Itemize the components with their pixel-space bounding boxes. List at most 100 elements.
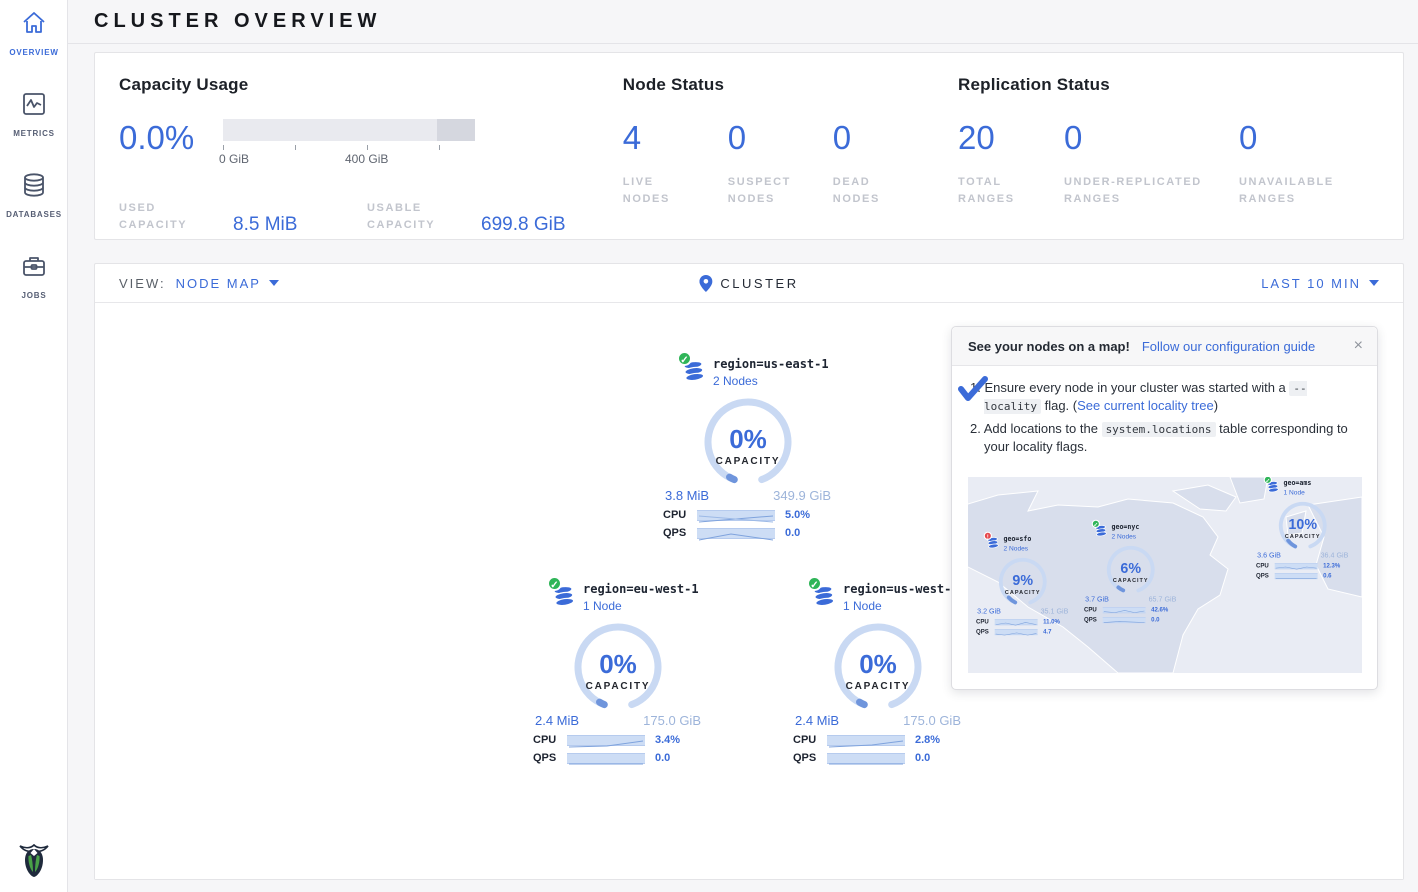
healthy-check-icon: ✓ xyxy=(547,576,562,591)
region-title: region=us-west-1 xyxy=(843,582,959,596)
live-nodes-label: LIVE NODES xyxy=(623,174,693,208)
gauge-percent: 6% xyxy=(1104,560,1157,577)
qps-value: 0.6 xyxy=(1323,572,1331,579)
node-map-card: VIEW: NODE MAP CLUSTER LAST 10 MIN xyxy=(94,263,1404,880)
step-done-check-icon xyxy=(958,376,988,407)
geo-title: geo=sfo xyxy=(1004,535,1032,543)
cpu-sparkline xyxy=(1275,563,1318,569)
top-header: CLUSTER OVERVIEW xyxy=(68,0,1418,44)
capacity-gauge: 0% CAPACITY xyxy=(830,623,926,709)
total-value: 349.9 GiB xyxy=(773,488,831,503)
qps-label: QPS xyxy=(793,752,827,764)
sidebar-item-databases[interactable]: DATABASES xyxy=(0,162,68,219)
gauge-percent: 0% xyxy=(830,649,926,680)
used-capacity-label: USED CAPACITY xyxy=(119,200,203,234)
cpu-value: 2.8% xyxy=(915,734,940,746)
qps-sparkline xyxy=(1103,617,1146,623)
sidebar-item-overview[interactable]: OVERVIEW xyxy=(0,0,68,57)
usable-capacity-value: 699.8 GiB xyxy=(481,214,566,236)
qps-value: 0.0 xyxy=(915,752,930,764)
time-range-value: LAST 10 MIN xyxy=(1261,276,1361,291)
sidebar-item-metrics[interactable]: METRICS xyxy=(0,81,68,138)
error-badge-icon: ! xyxy=(984,532,992,540)
dead-nodes-value: 0 xyxy=(833,121,940,154)
sidebar-item-label: JOBS xyxy=(22,291,47,300)
region-nodes-link[interactable]: 2 Nodes xyxy=(713,374,829,388)
view-selector[interactable]: NODE MAP xyxy=(176,276,279,291)
cpu-value: 3.4% xyxy=(655,734,680,746)
map-view-toolbar: VIEW: NODE MAP CLUSTER LAST 10 MIN xyxy=(95,264,1403,303)
example-node-group-sfo: ! geo=sfo 2 Nodes xyxy=(976,535,1072,645)
capacity-gauge: 10% CAPACITY xyxy=(1276,501,1329,548)
geo-nodes-link: 2 Nodes xyxy=(1112,532,1140,540)
step-text: Add locations to the xyxy=(984,421,1102,436)
total-value: 35.1 GiB xyxy=(1041,607,1069,615)
sidebar-item-jobs[interactable]: JOBS xyxy=(0,243,68,300)
node-map-area: ✓ region=us-east-1 2 Nodes xyxy=(95,303,1403,879)
region-nodes-link[interactable]: 1 Node xyxy=(843,599,959,613)
cpu-label: CPU xyxy=(663,509,697,521)
popup-step-2: 2. Add locations to the system.locations… xyxy=(970,420,1361,457)
under-replicated-label: UNDER-REPLICATED RANGES xyxy=(1064,174,1224,208)
dead-nodes-label: DEAD NODES xyxy=(833,174,903,208)
used-value: 3.2 GiB xyxy=(977,607,1001,615)
used-value: 3.6 GiB xyxy=(1257,551,1281,559)
total-value: 175.0 GiB xyxy=(643,713,701,728)
node-group-us-east-1[interactable]: ✓ region=us-east-1 2 Nodes xyxy=(663,357,833,539)
suspect-nodes-metric: 0 SUSPECT NODES xyxy=(728,121,833,208)
gauge-capacity-label: CAPACITY xyxy=(1276,533,1329,539)
capacity-gauge: 9% CAPACITY xyxy=(996,557,1049,604)
total-ranges-value: 20 xyxy=(958,121,1064,154)
gauge-percent: 9% xyxy=(996,572,1049,589)
system-locations-code: system.locations xyxy=(1102,422,1216,437)
cpu-value: 42.6% xyxy=(1151,606,1168,613)
qps-value: 0.0 xyxy=(1151,616,1159,623)
node-group-us-west-1[interactable]: ✓ region=us-west-1 1 Node xyxy=(793,582,963,764)
capacity-tick-0: 0 GiB xyxy=(219,152,249,166)
gauge-capacity-label: CAPACITY xyxy=(830,681,926,692)
popup-step-1: 1. Ensure every node in your cluster was… xyxy=(970,379,1361,416)
total-value: 175.0 GiB xyxy=(903,713,961,728)
breadcrumb[interactable]: CLUSTER xyxy=(699,275,798,292)
replication-status-title: Replication Status xyxy=(958,75,1379,95)
popup-body: 1. Ensure every node in your cluster was… xyxy=(952,366,1377,471)
used-value: 2.4 MiB xyxy=(535,713,579,728)
qps-sparkline xyxy=(697,528,775,539)
database-icon xyxy=(21,172,47,203)
node-status-section: Node Status 4 LIVE NODES 0 SUSPECT NODES… xyxy=(623,75,958,239)
total-value: 65.7 GiB xyxy=(1149,595,1177,603)
cluster-summary-card: Capacity Usage 0.0% 0 GiB 400 GiB xyxy=(94,52,1404,240)
sidebar: OVERVIEW METRICS DATABASES JOBS xyxy=(0,0,68,892)
map-pin-icon xyxy=(699,275,712,292)
qps-sparkline xyxy=(567,753,645,764)
example-map-image: ! geo=sfo 2 Nodes xyxy=(968,477,1362,673)
configuration-guide-link[interactable]: Follow our configuration guide xyxy=(1142,339,1315,354)
qps-label: QPS xyxy=(1256,572,1275,579)
under-replicated-metric: 0 UNDER-REPLICATED RANGES xyxy=(1064,121,1239,208)
view-selector-value: NODE MAP xyxy=(176,276,261,291)
close-icon[interactable]: × xyxy=(1354,338,1363,354)
briefcase-icon xyxy=(21,253,47,284)
gauge-capacity-label: CAPACITY xyxy=(570,681,666,692)
region-nodes-link[interactable]: 1 Node xyxy=(583,599,699,613)
geo-title: geo=nyc xyxy=(1112,523,1140,531)
locality-tree-link[interactable]: See current locality tree xyxy=(1077,398,1214,413)
suspect-nodes-value: 0 xyxy=(728,121,833,154)
gauge-capacity-label: CAPACITY xyxy=(700,456,796,467)
node-group-eu-west-1[interactable]: ✓ region=eu-west-1 1 Node xyxy=(533,582,703,764)
chevron-down-icon xyxy=(269,280,279,286)
used-value: 3.7 GiB xyxy=(1085,595,1109,603)
unavailable-ranges-value: 0 xyxy=(1239,121,1379,154)
time-range-selector[interactable]: LAST 10 MIN xyxy=(1261,276,1379,291)
capacity-tick-400: 400 GiB xyxy=(345,152,388,166)
live-nodes-value: 4 xyxy=(623,121,728,154)
under-replicated-value: 0 xyxy=(1064,121,1239,154)
page-title: CLUSTER OVERVIEW xyxy=(94,10,381,33)
unavailable-ranges-label: UNAVAILABLE RANGES xyxy=(1239,174,1349,208)
qps-sparkline xyxy=(827,753,905,764)
healthy-check-icon: ✓ xyxy=(1092,520,1100,528)
cpu-value: 5.0% xyxy=(785,509,810,521)
gauge-percent: 0% xyxy=(570,649,666,680)
total-ranges-label: TOTAL RANGES xyxy=(958,174,1028,208)
used-value: 2.4 MiB xyxy=(795,713,839,728)
